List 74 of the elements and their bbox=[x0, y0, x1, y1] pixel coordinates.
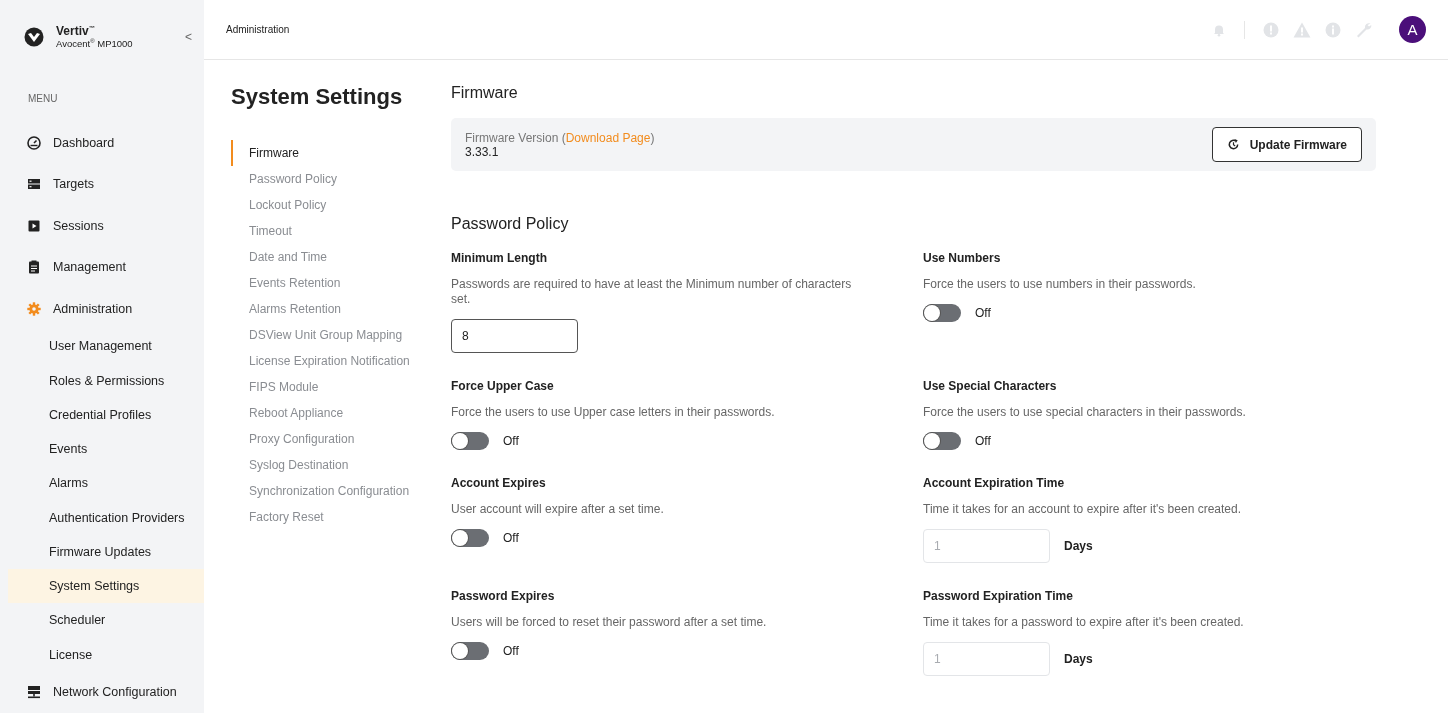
network-icon bbox=[27, 685, 41, 700]
product-name: Avocent$^{®}$ MP1000 bbox=[56, 37, 134, 50]
unit-label: Days bbox=[1064, 652, 1093, 666]
menu-item[interactable]: Network Configuration bbox=[8, 671, 196, 713]
server-icon bbox=[27, 177, 41, 192]
toggle-switch[interactable] bbox=[923, 432, 961, 450]
menu-item[interactable]: Dashboard bbox=[8, 122, 196, 164]
clipboard-icon bbox=[27, 260, 41, 275]
setting-description: Passwords are required to have at least the Minimum number of characters set. bbox=[451, 277, 853, 307]
submenu-item[interactable]: Roles & Permissions bbox=[8, 363, 204, 398]
setting-description: Force the users to use numbers in their passwords. bbox=[923, 277, 1197, 292]
setting-description: Time it takes for a password to expire after it's been created. bbox=[923, 615, 1245, 630]
setting-title: Account Expiration Time bbox=[923, 476, 1066, 490]
toggle-state: Off bbox=[975, 434, 991, 448]
toggle-state: Off bbox=[503, 644, 519, 658]
submenu-item[interactable]: Authentication Providers bbox=[8, 500, 204, 535]
toggle-switch[interactable] bbox=[451, 642, 489, 660]
toggle-switch[interactable] bbox=[451, 432, 489, 450]
setting-title: Account Expires bbox=[451, 476, 547, 490]
section-link[interactable]: Password Policy bbox=[231, 166, 451, 192]
menu-item[interactable]: Administration bbox=[8, 287, 196, 330]
gauge-icon bbox=[27, 135, 41, 150]
breadcrumb: Administration bbox=[226, 24, 290, 35]
setting-description: Time it takes for an account to expire after it's been created. bbox=[923, 502, 1242, 517]
setting-title: Use Special Characters bbox=[923, 379, 1058, 393]
toggle-switch[interactable] bbox=[451, 529, 489, 547]
submenu-item[interactable]: Events bbox=[8, 432, 204, 467]
setting-description: Users will be forced to reset their password after a set time. bbox=[451, 615, 768, 630]
section-link[interactable]: DSView Unit Group Mapping bbox=[231, 322, 451, 348]
submenu-item[interactable]: Alarms bbox=[8, 466, 204, 501]
section-heading: Password Policy bbox=[451, 215, 570, 233]
logo-icon bbox=[24, 26, 44, 47]
brand-name: Vertiv$^{™}$ bbox=[56, 23, 96, 38]
section-link[interactable]: Lockout Policy bbox=[231, 192, 451, 218]
submenu-item[interactable]: System Settings bbox=[8, 568, 204, 604]
toggle-state: Off bbox=[503, 434, 519, 448]
collapse-button[interactable]: < bbox=[181, 29, 196, 44]
toggle-state: Off bbox=[975, 306, 991, 320]
setting-description: Force the users to use Upper case letters in their passwords. bbox=[451, 405, 776, 420]
submenu-item[interactable]: Scheduler bbox=[8, 603, 204, 638]
menu-heading: MENU bbox=[27, 92, 59, 107]
setting-title: Use Numbers bbox=[923, 251, 1002, 265]
setting-title: Force Upper Case bbox=[451, 379, 555, 393]
section-link[interactable]: Alarms Retention bbox=[231, 296, 451, 322]
submenu-item[interactable]: User Management bbox=[8, 329, 204, 364]
menu-item[interactable]: Targets bbox=[8, 163, 196, 205]
firmware-version-label: Firmware Version (Download Page) bbox=[465, 130, 655, 145]
user-avatar[interactable]: A bbox=[1399, 16, 1426, 43]
section-link[interactable]: Proxy Configuration bbox=[231, 426, 451, 452]
page-title: System Settings bbox=[231, 84, 404, 110]
setting-title: Minimum Length bbox=[451, 251, 548, 265]
setting-description: User account will expire after a set time. bbox=[451, 502, 665, 517]
setting-title: Password Expires bbox=[451, 589, 556, 603]
toggle-switch[interactable] bbox=[923, 304, 961, 322]
section-link[interactable]: License Expiration Notification bbox=[231, 348, 451, 374]
menu-item[interactable]: Management bbox=[8, 246, 196, 288]
section-link[interactable]: Syslog Destination bbox=[231, 452, 451, 478]
section-link[interactable]: Synchronization Configuration bbox=[231, 478, 451, 504]
unit-label: Days bbox=[1064, 539, 1093, 553]
setting-title: Password Expiration Time bbox=[923, 589, 1074, 603]
number-input[interactable]: 8 bbox=[451, 319, 578, 353]
gear-icon bbox=[27, 301, 41, 316]
submenu-item[interactable]: License bbox=[8, 637, 204, 672]
refresh-icon bbox=[1226, 138, 1240, 151]
submenu-item[interactable]: Firmware Updates bbox=[8, 534, 204, 569]
firmware-version: 3.33.1 bbox=[465, 144, 500, 159]
section-link[interactable]: Timeout bbox=[231, 218, 451, 244]
toggle-state: Off bbox=[503, 531, 519, 545]
update-firmware-button[interactable]: Update Firmware bbox=[1211, 127, 1362, 162]
setting-description: Force the users to use special characters in their passwords. bbox=[923, 405, 1247, 420]
menu-item[interactable]: Sessions bbox=[8, 204, 196, 247]
submenu-item[interactable]: Credential Profiles bbox=[8, 397, 204, 432]
section-heading: Firmware bbox=[451, 84, 519, 102]
play-icon bbox=[27, 218, 41, 233]
